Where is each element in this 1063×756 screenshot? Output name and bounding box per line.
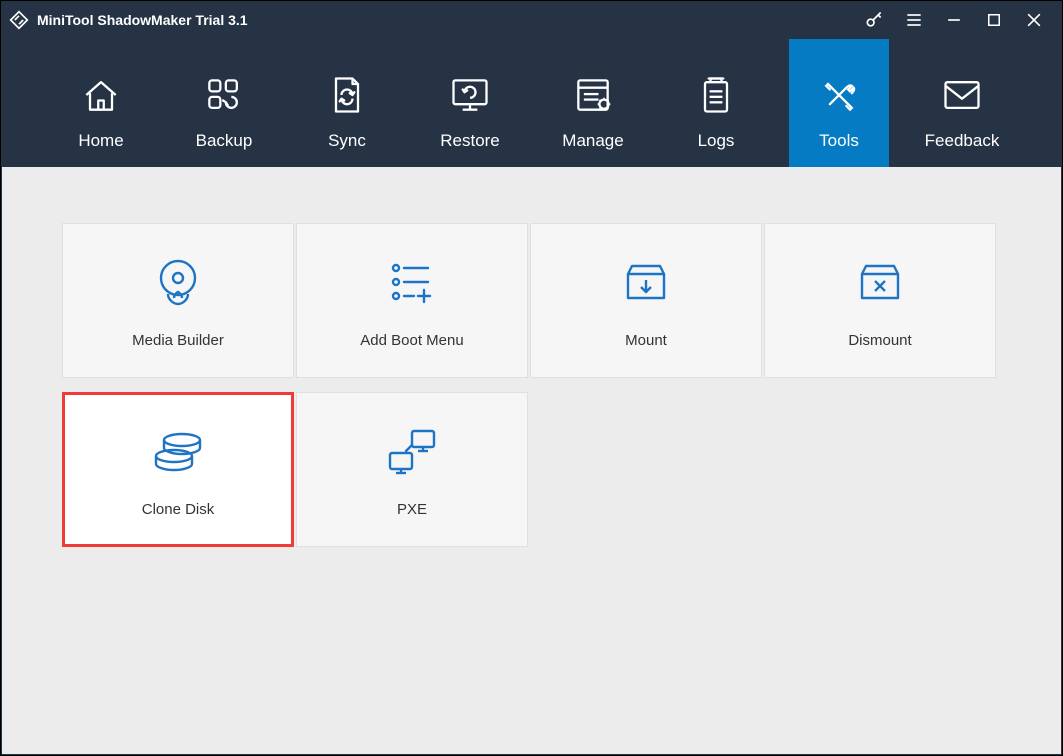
logs-icon bbox=[696, 71, 736, 119]
nav-label: Backup bbox=[196, 131, 253, 151]
home-icon bbox=[79, 71, 123, 119]
backup-icon bbox=[202, 71, 246, 119]
restore-icon bbox=[446, 71, 494, 119]
nav-tools[interactable]: Tools bbox=[789, 39, 889, 167]
nav-label: Home bbox=[78, 131, 123, 151]
app-window: MiniTool ShadowMaker Trial 3.1 bbox=[0, 0, 1063, 756]
tile-label: PXE bbox=[397, 501, 427, 518]
app-logo-icon bbox=[9, 10, 29, 30]
nav-label: Sync bbox=[328, 131, 366, 151]
mount-icon bbox=[620, 252, 672, 312]
tile-label: Dismount bbox=[848, 332, 911, 349]
media-builder-icon bbox=[150, 252, 206, 312]
titlebar: MiniTool ShadowMaker Trial 3.1 bbox=[1, 1, 1062, 39]
tools-icon bbox=[817, 71, 861, 119]
nav-restore[interactable]: Restore bbox=[420, 39, 520, 167]
nav-manage[interactable]: Manage bbox=[543, 39, 643, 167]
nav-label: Feedback bbox=[925, 131, 1000, 151]
titlebar-left: MiniTool ShadowMaker Trial 3.1 bbox=[9, 10, 248, 30]
nav-feedback[interactable]: Feedback bbox=[912, 39, 1012, 167]
tile-clone-disk[interactable]: Clone Disk bbox=[62, 392, 294, 547]
app-title: MiniTool ShadowMaker Trial 3.1 bbox=[37, 12, 248, 28]
dismount-icon bbox=[854, 252, 906, 312]
feedback-icon bbox=[940, 71, 984, 119]
maximize-button[interactable] bbox=[974, 1, 1014, 39]
tools-grid: Media Builder Add Boot Menu bbox=[62, 223, 1002, 547]
add-boot-menu-icon bbox=[384, 252, 440, 312]
tile-mount[interactable]: Mount bbox=[530, 223, 762, 378]
manage-icon bbox=[571, 71, 615, 119]
tile-media-builder[interactable]: Media Builder bbox=[62, 223, 294, 378]
sync-icon bbox=[327, 71, 367, 119]
nav-label: Logs bbox=[698, 131, 735, 151]
clone-disk-icon bbox=[148, 421, 208, 481]
titlebar-controls bbox=[854, 1, 1054, 39]
nav-label: Tools bbox=[819, 131, 859, 151]
tile-add-boot-menu[interactable]: Add Boot Menu bbox=[296, 223, 528, 378]
tile-label: Add Boot Menu bbox=[360, 332, 463, 349]
tile-label: Clone Disk bbox=[142, 501, 215, 518]
key-icon[interactable] bbox=[854, 1, 894, 39]
main-nav: Home Backup Sync bbox=[1, 39, 1062, 167]
pxe-icon bbox=[384, 421, 440, 481]
menu-icon[interactable] bbox=[894, 1, 934, 39]
tile-label: Mount bbox=[625, 332, 667, 349]
nav-logs[interactable]: Logs bbox=[666, 39, 766, 167]
nav-backup[interactable]: Backup bbox=[174, 39, 274, 167]
minimize-button[interactable] bbox=[934, 1, 974, 39]
nav-label: Manage bbox=[562, 131, 623, 151]
nav-sync[interactable]: Sync bbox=[297, 39, 397, 167]
tools-panel: Media Builder Add Boot Menu bbox=[2, 167, 1061, 754]
nav-home[interactable]: Home bbox=[51, 39, 151, 167]
close-button[interactable] bbox=[1014, 1, 1054, 39]
tile-dismount[interactable]: Dismount bbox=[764, 223, 996, 378]
tile-label: Media Builder bbox=[132, 332, 224, 349]
nav-label: Restore bbox=[440, 131, 500, 151]
tile-pxe[interactable]: PXE bbox=[296, 392, 528, 547]
